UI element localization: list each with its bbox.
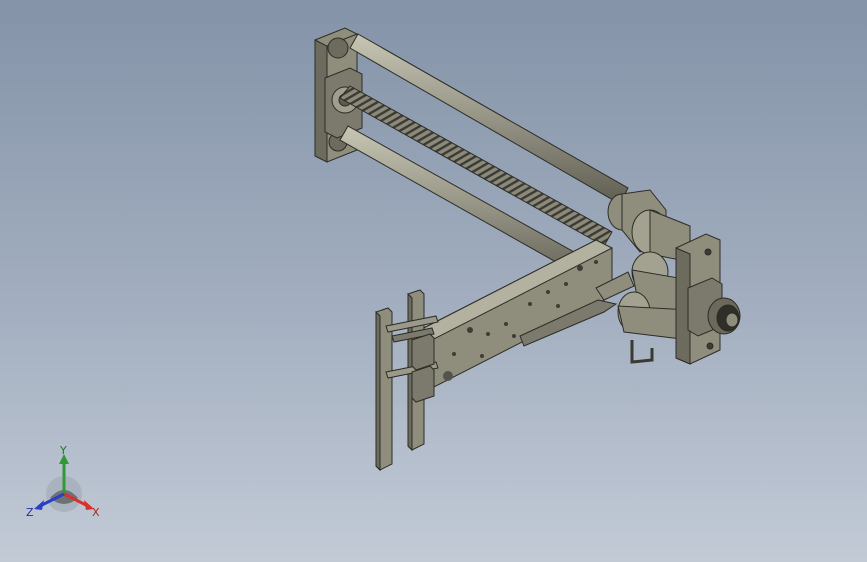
z-axis-label: Z [26,506,34,519]
mounting-hook[interactable] [630,340,654,364]
orientation-triad[interactable]: Y X Z [22,446,106,526]
fork-clamp-block[interactable] [411,333,435,403]
y-axis-label: Y [59,446,67,457]
fork-bar-left[interactable] [375,307,393,472]
x-axis-label: X [92,506,100,519]
cad-model-assembly[interactable] [314,27,741,472]
z-axis-arrow [34,500,44,510]
motor-coupling[interactable] [687,277,741,337]
cad-viewport[interactable] [0,0,867,562]
